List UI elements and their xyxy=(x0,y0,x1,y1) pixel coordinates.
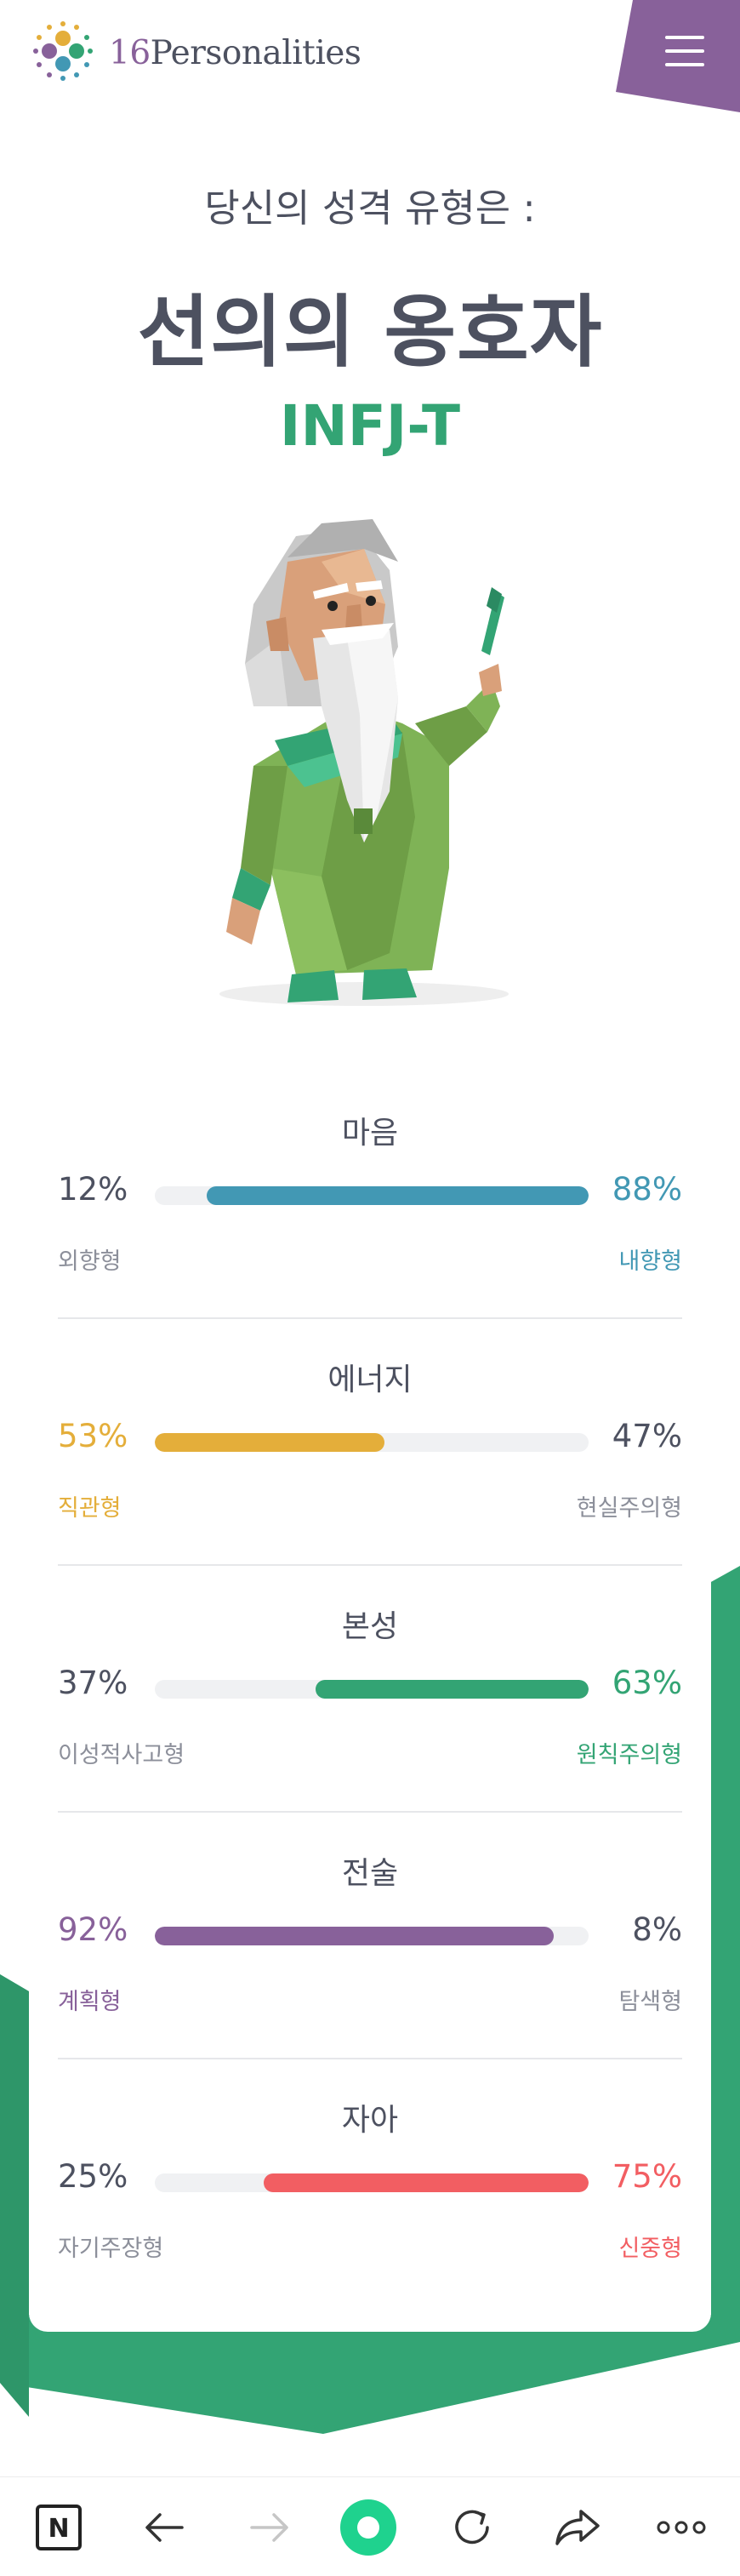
trait-bar xyxy=(155,1680,589,1699)
trait-right-percent: 47% xyxy=(612,1418,682,1454)
trait-left-percent: 37% xyxy=(58,1665,128,1701)
trait-bar-fill xyxy=(155,1433,385,1452)
site-header: 16Personalities xyxy=(0,0,740,119)
trait-name: 자아 xyxy=(341,2103,399,2138)
trait-name: 전술 xyxy=(341,1856,399,1891)
trait-name: 본성 xyxy=(341,1609,399,1644)
trait-right-percent: 63% xyxy=(612,1665,682,1701)
trait-left-percent: 12% xyxy=(58,1171,128,1208)
trait-bar-fill xyxy=(155,1927,555,1945)
svg-text:N: N xyxy=(48,2514,69,2544)
trait-bar-fill xyxy=(207,1186,589,1205)
trait-bar-fill xyxy=(263,2173,589,2192)
trait-right-percent: 75% xyxy=(612,2158,682,2195)
back-arrow-icon[interactable] xyxy=(136,2499,192,2556)
trait-mind: 마음 12% 88% 외향형 내향형 xyxy=(58,1072,682,1319)
share-icon[interactable] xyxy=(549,2499,606,2556)
trait-name: 에너지 xyxy=(327,1362,413,1397)
personality-title: 선의의 옹호자 xyxy=(137,287,603,378)
trait-left-percent: 92% xyxy=(58,1911,128,1948)
trait-right-percent: 88% xyxy=(612,1171,682,1208)
trait-energy: 에너지 53% 47% 직관형 현실주의형 xyxy=(58,1319,682,1566)
trait-bar xyxy=(155,2173,589,2192)
trait-bar xyxy=(155,1433,589,1452)
n-logo-icon[interactable]: N xyxy=(31,2499,87,2556)
trait-left-label: 이성적사고형 xyxy=(58,1742,185,1768)
result-subtitle: 당신의 성격 유형은 : xyxy=(204,186,536,231)
menu-button[interactable] xyxy=(616,0,740,112)
logo-wordmark: 16Personalities xyxy=(109,34,361,72)
reload-icon[interactable] xyxy=(444,2499,500,2556)
trait-bar xyxy=(155,1186,589,1205)
more-dots-icon[interactable] xyxy=(653,2499,709,2556)
advocate-character-illustration xyxy=(194,511,551,1013)
trait-right-label: 신중형 xyxy=(618,2236,682,2262)
trait-left-label: 직관형 xyxy=(58,1495,122,1522)
logo-dots-icon xyxy=(26,15,100,90)
home-dot-icon[interactable] xyxy=(340,2499,396,2556)
trait-left-label: 외향형 xyxy=(58,1248,122,1275)
browser-toolbar: N xyxy=(0,2476,740,2576)
logo[interactable]: 16Personalities xyxy=(26,15,361,90)
logo-word: Personalities xyxy=(150,33,361,72)
trait-bar xyxy=(155,1927,589,1945)
trait-right-label: 현실주의형 xyxy=(576,1495,682,1522)
trait-right-label: 탐색형 xyxy=(618,1989,682,2015)
personality-code: INFJ-T xyxy=(279,393,461,459)
trait-left-label: 계획형 xyxy=(58,1989,122,2015)
trait-bar-fill xyxy=(315,1680,589,1699)
logo-number: 16 xyxy=(109,33,151,72)
trait-right-percent: 8% xyxy=(632,1911,682,1948)
trait-left-percent: 53% xyxy=(58,1418,128,1454)
forward-arrow-icon[interactable] xyxy=(242,2499,298,2556)
trait-tactics: 전술 92% 8% 계획형 탐색형 xyxy=(58,1813,682,2059)
trait-left-percent: 25% xyxy=(58,2158,128,2195)
trait-identity: 자아 25% 75% 자기주장형 신중형 xyxy=(58,2059,682,2306)
traits-card: 마음 12% 88% 외향형 내향형 에너지 53% 47% 직관형 현실주의형… xyxy=(29,1072,711,2332)
trait-nature: 본성 37% 63% 이성적사고형 원칙주의형 xyxy=(58,1566,682,1813)
trait-name: 마음 xyxy=(341,1116,399,1151)
trait-left-label: 자기주장형 xyxy=(58,2236,164,2262)
trait-right-label: 원칙주의형 xyxy=(576,1742,682,1768)
trait-right-label: 내향형 xyxy=(618,1248,682,1275)
